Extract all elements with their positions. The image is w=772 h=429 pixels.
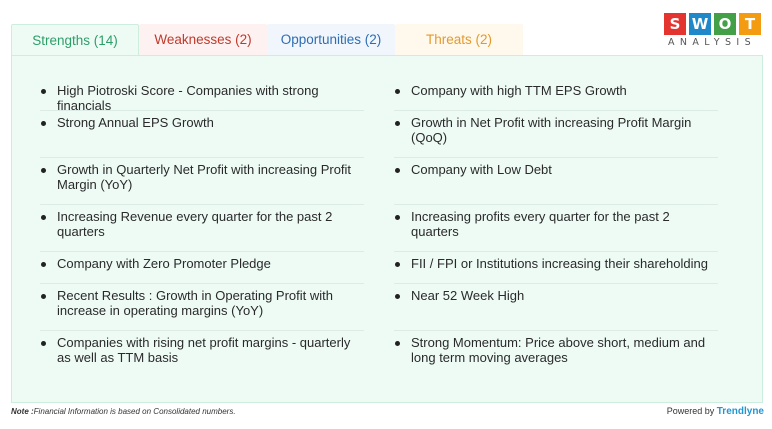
list-item: Company with Zero Promoter Pledge <box>40 252 364 284</box>
swot-analysis-logo: S W O T ANALYSIS <box>664 13 766 53</box>
powered-by: Powered by Trendlyne <box>667 406 764 417</box>
note-text: Financial Information is based on Consol… <box>33 407 236 416</box>
logo-letter-t: T <box>739 13 761 35</box>
strengths-panel: High Piotroski Score - Companies with st… <box>11 55 763 403</box>
tab-opportunities[interactable]: Opportunities (2) <box>267 24 395 55</box>
list-item: Companies with rising net profit margins… <box>40 331 364 378</box>
tab-threats[interactable]: Threats (2) <box>395 24 523 55</box>
list-item: High Piotroski Score - Companies with st… <box>40 79 364 113</box>
list-item: Increasing Revenue every quarter for the… <box>40 205 364 252</box>
logo-letter-s: S <box>664 13 686 35</box>
logo-letter-w: W <box>689 13 711 35</box>
list-item: Growth in Net Profit with increasing Pro… <box>394 111 718 158</box>
list-item: Near 52 Week High <box>394 284 718 331</box>
list-item: Increasing profits every quarter for the… <box>394 205 718 252</box>
list-item: Strong Momentum: Price above short, medi… <box>394 331 718 378</box>
tab-strengths[interactable]: Strengths (14) <box>11 24 139 56</box>
tab-weaknesses[interactable]: Weaknesses (2) <box>139 24 267 55</box>
list-item: Growth in Quarterly Net Profit with incr… <box>40 158 364 205</box>
swot-tabs: Strengths (14) Weaknesses (2) Opportunit… <box>11 24 523 56</box>
list-item: Company with high TTM EPS Growth <box>394 79 718 111</box>
note-label: Note : <box>11 407 34 416</box>
trendlyne-brand-link[interactable]: Trendlyne <box>717 406 764 417</box>
strengths-list-right: Company with high TTM EPS Growth Growth … <box>394 79 718 378</box>
strengths-list-left: High Piotroski Score - Companies with st… <box>40 79 364 378</box>
list-item: Strong Annual EPS Growth <box>40 111 364 158</box>
logo-letter-o: O <box>714 13 736 35</box>
powered-by-label: Powered by <box>666 406 717 416</box>
list-item: Recent Results : Growth in Operating Pro… <box>40 284 364 331</box>
logo-subtitle: ANALYSIS <box>668 37 757 48</box>
footer-note: Note :Financial Information is based on … <box>11 407 236 416</box>
list-item: FII / FPI or Institutions increasing the… <box>394 252 718 284</box>
logo-letters: S W O T <box>664 13 766 35</box>
list-item: Company with Low Debt <box>394 158 718 205</box>
